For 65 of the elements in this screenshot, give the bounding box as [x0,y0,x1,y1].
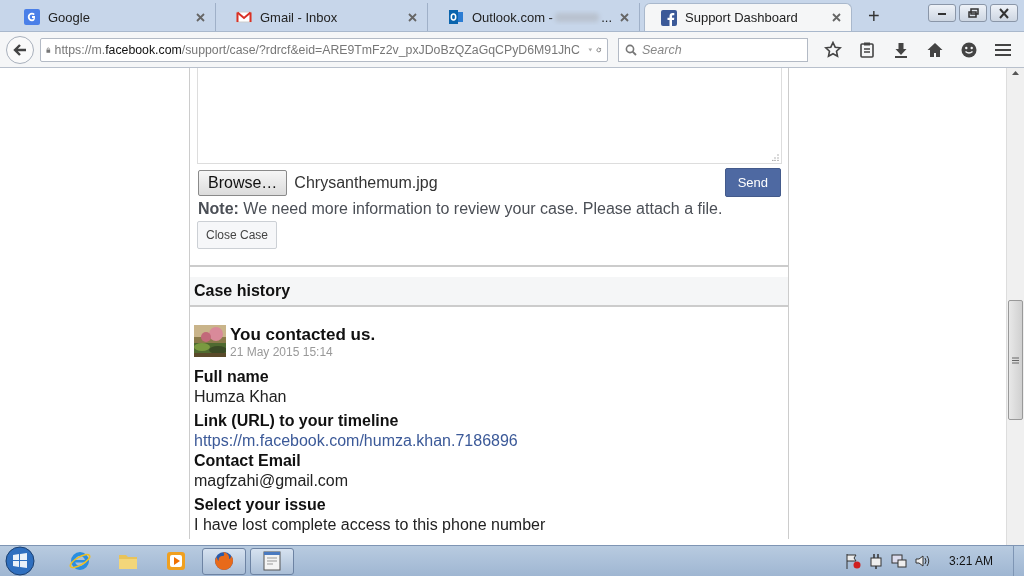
download-arrow-icon[interactable] [892,40,910,59]
browse-button[interactable]: Browse… [198,169,288,196]
entry-date: 21 May 2015 15:14 [230,345,334,359]
field-value: I have lost complete access to this phone number [194,515,547,535]
field-label: Full name [194,367,270,387]
plug-icon[interactable] [867,553,884,569]
tab-title: Gmail - Inbox [260,9,338,25]
scroll-grip-icon [1012,356,1019,364]
speaker-icon[interactable] [913,553,930,569]
section-header: Case history [190,277,788,307]
browser-tab[interactable]: Support Dashboard [644,3,852,31]
mail-envelope-icon [236,9,252,25]
field-label: Link (URL) to your timeline [194,411,400,431]
flag-alert-icon[interactable] [844,553,861,569]
file-name: Chrysanthemum.jpg [294,173,438,192]
browser-tab[interactable]: Outlook.com - ... [432,3,640,31]
search-icon [625,43,637,56]
restore-icon[interactable] [966,6,980,20]
media-player-icon [164,549,188,573]
google-logo-icon [24,9,40,25]
back-arrow-icon [13,42,27,57]
scroll-up-icon[interactable] [1011,68,1020,78]
clock-time: 3:21 AM [948,554,993,568]
app-window-icon [260,549,284,573]
scrollbar[interactable] [1006,68,1024,545]
new-tab-button[interactable]: + [864,5,884,28]
back-button[interactable] [6,35,34,64]
tab-title: Google [48,9,90,25]
close-case-button[interactable]: Close Case [197,221,278,249]
smiley-face-icon[interactable] [960,40,978,59]
taskbar-app-button[interactable] [250,547,294,575]
mail-logo-icon [448,9,464,25]
facebook-logo-icon [661,9,677,26]
network-monitor-icon[interactable] [890,553,907,569]
start-orb-icon[interactable] [4,545,36,576]
close-tab-icon[interactable] [408,12,417,22]
bookmark-star-icon[interactable] [824,40,842,59]
send-button[interactable]: Send [724,168,781,197]
field-value: Humza Khan [194,387,288,407]
field-label: Select your issue [194,495,327,515]
browser-tab[interactable]: Gmail - Inbox [220,3,428,31]
close-icon[interactable] [997,6,1011,20]
field-label: Contact Email [194,451,302,471]
entry-title: You contacted us. [230,325,376,345]
resize-grip-icon[interactable] [772,154,779,161]
close-tab-icon[interactable] [196,12,205,22]
browser-e-icon [68,549,92,573]
browser-tab[interactable]: Google [8,3,216,31]
close-tab-icon[interactable] [620,12,629,22]
close-tab-icon[interactable] [832,13,841,22]
taskbar-app-button[interactable] [202,547,246,575]
firefox-icon [212,549,236,573]
note-text: Note: We need more information to review your case. Please attach a file. [198,200,724,218]
profile-link[interactable]: https://m.facebook.com/humza.khan.7186896 [194,432,518,449]
field-value: magfzahi@gmail.com [194,471,350,491]
address-bar[interactable]: https://m.facebook.com/support/case/?rdrcf&eid=ARE9TmFz2v_pxJDoBzQZaGqCPyD6M91JhC [40,37,608,62]
clipboard-icon[interactable] [858,40,876,59]
tab-title-ellipsis: ... [601,9,612,25]
redacted-text [554,12,600,22]
url-text: https://m.facebook.com/support/case/?rdrcf&eid=ARE9TmFz2v_pxJDoBzQZaGqCPyD6M91JhC [54,42,580,57]
search-field[interactable]: Search [618,37,808,62]
tab-title: Outlook.com - [472,9,553,25]
home-icon[interactable] [926,40,944,59]
search-placeholder: Search [642,42,682,57]
tab-title: Support Dashboard [685,10,798,25]
